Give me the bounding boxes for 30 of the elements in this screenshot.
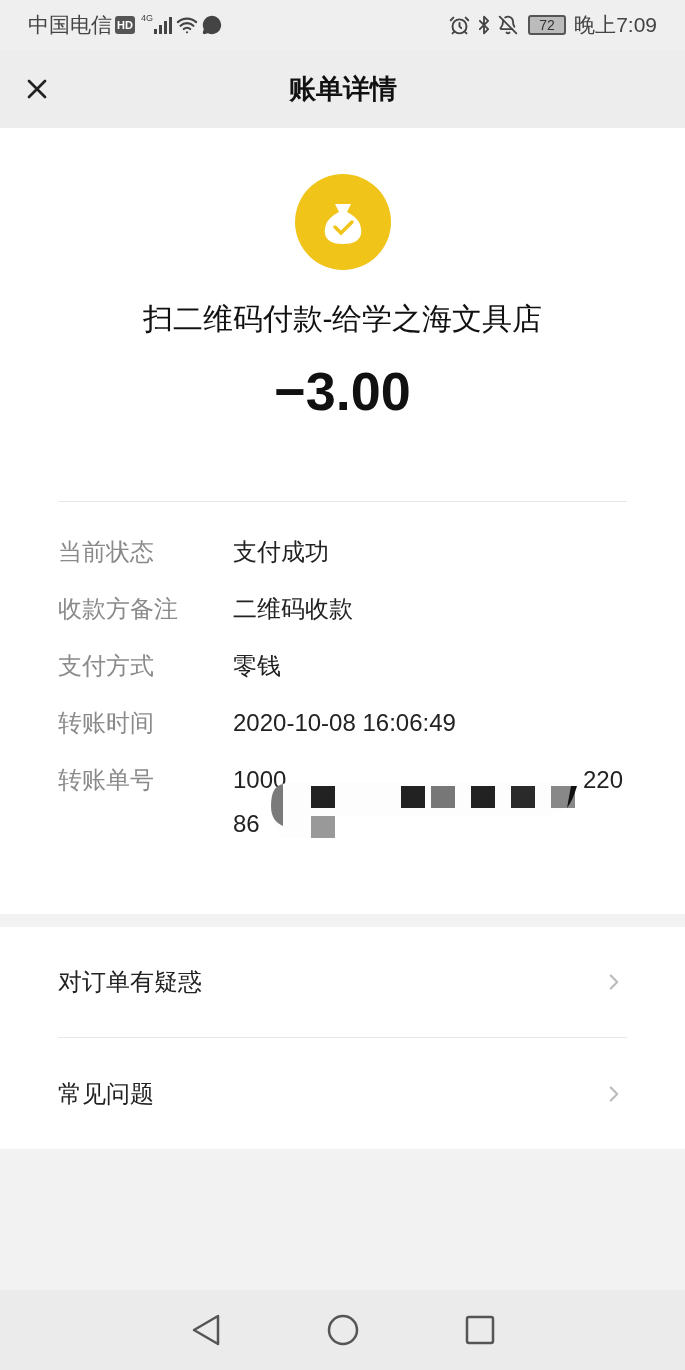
hd-badge: HD	[115, 16, 135, 34]
chat-icon	[201, 15, 222, 35]
merchant-name: 扫二维码付款-给学之海文具店	[142, 301, 543, 337]
transfer-number-end: 220	[582, 765, 623, 795]
detail-value: 零钱	[233, 651, 281, 681]
carrier-name: 中国电信	[28, 12, 112, 39]
page-title: 账单详情	[288, 72, 397, 106]
money-bag-icon	[294, 174, 391, 270]
detail-value: 2020-10-08 16:06:49	[233, 708, 456, 738]
signal-icon	[153, 16, 172, 34]
network-label: 4G	[140, 12, 153, 25]
detail-value: 支付成功	[233, 537, 329, 567]
detail-label: 当前状态	[58, 537, 155, 567]
detail-label: 转账单号	[58, 765, 155, 795]
back-icon[interactable]	[190, 1314, 221, 1346]
transfer-number-start: 1000	[233, 765, 287, 795]
battery-indicator: 72	[528, 15, 567, 35]
recents-icon[interactable]	[464, 1315, 495, 1345]
detail-label: 转账时间	[58, 708, 155, 738]
alarm-icon	[449, 14, 471, 36]
bell-off-icon	[498, 15, 519, 35]
home-icon[interactable]	[326, 1314, 359, 1346]
menu-item[interactable]: 对订单有疑惑	[58, 964, 601, 1000]
transfer-number-line: 86	[233, 809, 261, 839]
detail-label: 收款方备注	[58, 594, 179, 624]
detail-label: 支付方式	[58, 651, 155, 681]
detail-value: 二维码收款	[233, 594, 353, 624]
menu-item[interactable]: 常见问题	[58, 1075, 601, 1112]
payment-amount: −3.00	[274, 360, 411, 423]
clock-time: 晚上7:09	[574, 12, 657, 39]
